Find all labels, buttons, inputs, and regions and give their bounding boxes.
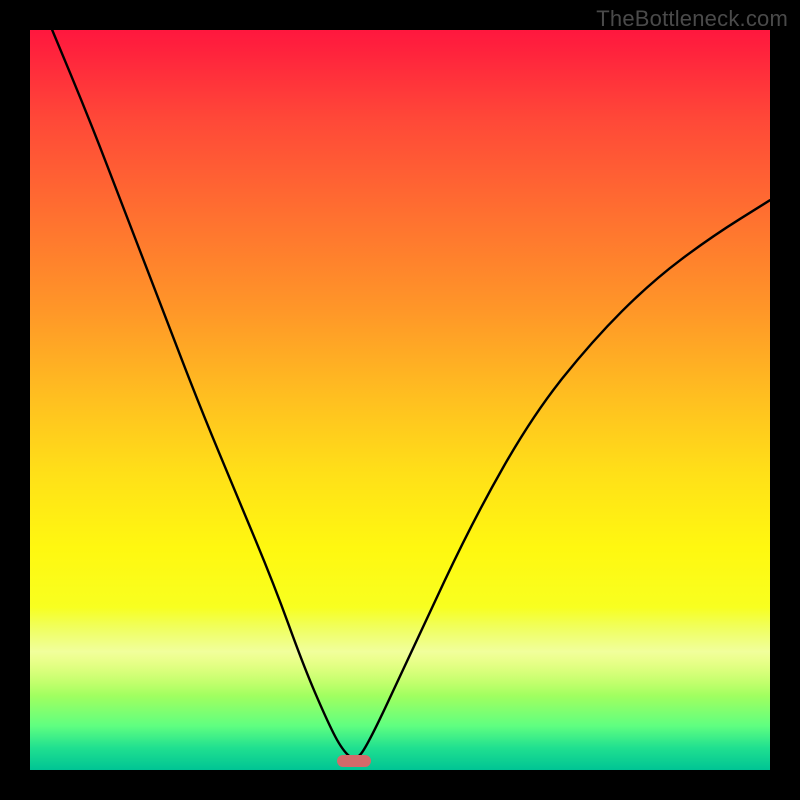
optimal-marker xyxy=(337,755,371,767)
bottleneck-curve xyxy=(30,30,770,770)
plot-frame xyxy=(30,30,770,770)
watermark-text: TheBottleneck.com xyxy=(596,6,788,32)
